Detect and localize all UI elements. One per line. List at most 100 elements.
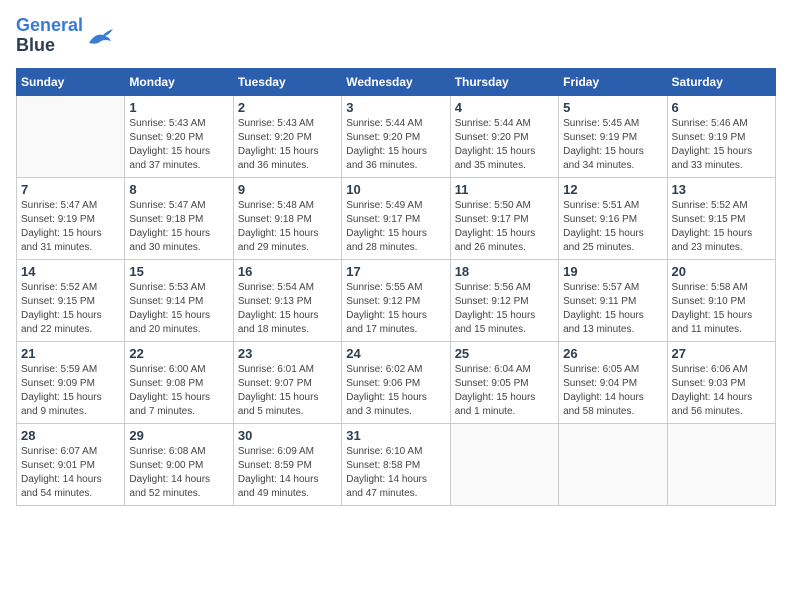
weekday-header: Monday <box>125 68 233 95</box>
calendar-cell: 26 Sunrise: 6:05 AMSunset: 9:04 PMDayligh… <box>559 341 667 423</box>
day-number: 3 <box>346 100 445 115</box>
day-number: 6 <box>672 100 771 115</box>
calendar-cell: 4Sunrise: 5:44 AMSunset: 9:20 PMDaylight… <box>450 95 558 177</box>
day-info: Sunrise: 5:57 AMSunset: 9:11 PMDaylight:… <box>563 281 662 337</box>
calendar-cell: 24 Sunrise: 6:02 AMSunset: 9:06 PMDayligh… <box>342 341 450 423</box>
day-number: 25 <box>455 346 554 361</box>
day-info: Sunrise: 5:58 AMSunset: 9:10 PMDaylight:… <box>672 281 771 337</box>
calendar-cell <box>667 423 775 505</box>
weekday-header: Wednesday <box>342 68 450 95</box>
day-info: Sunrise: 6:04 AMSunset: 9:05 PMDaylight:… <box>455 363 554 419</box>
day-info: Sunrise: 6:07 AMSunset: 9:01 PMDaylight:… <box>21 445 120 501</box>
logo-text: General Blue <box>16 16 83 56</box>
day-number: 26 <box>563 346 662 361</box>
calendar-cell <box>450 423 558 505</box>
calendar-cell: 3 Sunrise: 5:44 AMSunset: 9:20 PMDaylight… <box>342 95 450 177</box>
calendar-cell: 10 Sunrise: 5:49 AMSunset: 9:17 PMDayligh… <box>342 177 450 259</box>
calendar-cell: 6 Sunrise: 5:46 AMSunset: 9:19 PMDaylight… <box>667 95 775 177</box>
day-info: Sunrise: 6:08 AMSunset: 9:00 PMDaylight:… <box>129 445 228 501</box>
day-info: Sunrise: 5:55 AMSunset: 9:12 PMDaylight:… <box>346 281 445 337</box>
calendar-cell: 1 Sunrise: 5:43 AMSunset: 9:20 PMDaylight… <box>125 95 233 177</box>
calendar-week-row: 14 Sunrise: 5:52 AMSunset: 9:15 PMDayligh… <box>17 259 776 341</box>
day-info: Sunrise: 5:59 AMSunset: 9:09 PMDaylight:… <box>21 363 120 419</box>
calendar-cell: 17Sunrise: 5:55 AMSunset: 9:12 PMDayligh… <box>342 259 450 341</box>
day-info: Sunrise: 5:49 AMSunset: 9:17 PMDaylight:… <box>346 199 445 255</box>
logo: General Blue <box>16 16 115 56</box>
day-number: 18 <box>455 264 554 279</box>
calendar-cell: 13 Sunrise: 5:52 AMSunset: 9:15 PMDayligh… <box>667 177 775 259</box>
day-info: Sunrise: 6:05 AMSunset: 9:04 PMDaylight:… <box>563 363 662 419</box>
day-info: Sunrise: 5:52 AMSunset: 9:15 PMDaylight:… <box>672 199 771 255</box>
day-info: Sunrise: 5:51 AMSunset: 9:16 PMDaylight:… <box>563 199 662 255</box>
day-number: 20 <box>672 264 771 279</box>
day-number: 28 <box>21 428 120 443</box>
weekday-header: Sunday <box>17 68 125 95</box>
day-info: Sunrise: 5:46 AMSunset: 9:19 PMDaylight:… <box>672 117 771 173</box>
day-number: 23 <box>238 346 337 361</box>
day-info: Sunrise: 5:53 AMSunset: 9:14 PMDaylight:… <box>129 281 228 337</box>
calendar-cell: 22 Sunrise: 6:00 AMSunset: 9:08 PMDayligh… <box>125 341 233 423</box>
calendar-week-row: 28 Sunrise: 6:07 AMSunset: 9:01 PMDayligh… <box>17 423 776 505</box>
day-info: Sunrise: 6:00 AMSunset: 9:08 PMDaylight:… <box>129 363 228 419</box>
calendar-cell: 19 Sunrise: 5:57 AMSunset: 9:11 PMDayligh… <box>559 259 667 341</box>
day-number: 21 <box>21 346 120 361</box>
calendar-cell: 9 Sunrise: 5:48 AMSunset: 9:18 PMDaylight… <box>233 177 341 259</box>
day-info: Sunrise: 6:06 AMSunset: 9:03 PMDaylight:… <box>672 363 771 419</box>
weekday-header: Saturday <box>667 68 775 95</box>
day-number: 31 <box>346 428 445 443</box>
day-number: 27 <box>672 346 771 361</box>
day-number: 22 <box>129 346 228 361</box>
calendar-cell: 5Sunrise: 5:45 AMSunset: 9:19 PMDaylight… <box>559 95 667 177</box>
day-number: 16 <box>238 264 337 279</box>
calendar-cell: 30 Sunrise: 6:09 AMSunset: 8:59 PMDayligh… <box>233 423 341 505</box>
calendar-cell: 14 Sunrise: 5:52 AMSunset: 9:15 PMDayligh… <box>17 259 125 341</box>
calendar-cell: 18Sunrise: 5:56 AMSunset: 9:12 PMDayligh… <box>450 259 558 341</box>
calendar-cell: 20 Sunrise: 5:58 AMSunset: 9:10 PMDayligh… <box>667 259 775 341</box>
calendar-cell: 23 Sunrise: 6:01 AMSunset: 9:07 PMDayligh… <box>233 341 341 423</box>
calendar-week-row: 21 Sunrise: 5:59 AMSunset: 9:09 PMDayligh… <box>17 341 776 423</box>
page-header: General Blue <box>16 16 776 56</box>
day-number: 14 <box>21 264 120 279</box>
day-info: Sunrise: 5:47 AMSunset: 9:19 PMDaylight:… <box>21 199 120 255</box>
day-number: 4 <box>455 100 554 115</box>
day-number: 12 <box>563 182 662 197</box>
calendar-table: SundayMondayTuesdayWednesdayThursdayFrid… <box>16 68 776 506</box>
day-info: Sunrise: 6:10 AMSunset: 8:58 PMDaylight:… <box>346 445 445 501</box>
weekday-header: Thursday <box>450 68 558 95</box>
day-number: 24 <box>346 346 445 361</box>
calendar-cell: 15 Sunrise: 5:53 AMSunset: 9:14 PMDayligh… <box>125 259 233 341</box>
calendar-header-row: SundayMondayTuesdayWednesdayThursdayFrid… <box>17 68 776 95</box>
calendar-cell: 11Sunrise: 5:50 AMSunset: 9:17 PMDayligh… <box>450 177 558 259</box>
calendar-cell: 16 Sunrise: 5:54 AMSunset: 9:13 PMDayligh… <box>233 259 341 341</box>
weekday-header: Friday <box>559 68 667 95</box>
calendar-cell: 25 Sunrise: 6:04 AMSunset: 9:05 PMDayligh… <box>450 341 558 423</box>
day-info: Sunrise: 6:01 AMSunset: 9:07 PMDaylight:… <box>238 363 337 419</box>
day-info: Sunrise: 6:02 AMSunset: 9:06 PMDaylight:… <box>346 363 445 419</box>
day-info: Sunrise: 5:43 AMSunset: 9:20 PMDaylight:… <box>129 117 228 173</box>
calendar-cell: 8Sunrise: 5:47 AMSunset: 9:18 PMDaylight… <box>125 177 233 259</box>
day-info: Sunrise: 5:52 AMSunset: 9:15 PMDaylight:… <box>21 281 120 337</box>
calendar-week-row: 1 Sunrise: 5:43 AMSunset: 9:20 PMDaylight… <box>17 95 776 177</box>
day-info: Sunrise: 5:50 AMSunset: 9:17 PMDaylight:… <box>455 199 554 255</box>
calendar-cell: 31 Sunrise: 6:10 AMSunset: 8:58 PMDayligh… <box>342 423 450 505</box>
day-number: 19 <box>563 264 662 279</box>
calendar-cell: 27 Sunrise: 6:06 AMSunset: 9:03 PMDayligh… <box>667 341 775 423</box>
day-number: 30 <box>238 428 337 443</box>
day-number: 1 <box>129 100 228 115</box>
calendar-cell <box>17 95 125 177</box>
calendar-week-row: 7Sunrise: 5:47 AMSunset: 9:19 PMDaylight… <box>17 177 776 259</box>
day-info: Sunrise: 5:54 AMSunset: 9:13 PMDaylight:… <box>238 281 337 337</box>
day-number: 10 <box>346 182 445 197</box>
day-info: Sunrise: 5:45 AMSunset: 9:19 PMDaylight:… <box>563 117 662 173</box>
day-number: 15 <box>129 264 228 279</box>
day-number: 13 <box>672 182 771 197</box>
day-number: 8 <box>129 182 228 197</box>
day-info: Sunrise: 5:44 AMSunset: 9:20 PMDaylight:… <box>346 117 445 173</box>
calendar-cell: 28 Sunrise: 6:07 AMSunset: 9:01 PMDayligh… <box>17 423 125 505</box>
day-number: 9 <box>238 182 337 197</box>
day-info: Sunrise: 5:48 AMSunset: 9:18 PMDaylight:… <box>238 199 337 255</box>
day-info: Sunrise: 6:09 AMSunset: 8:59 PMDaylight:… <box>238 445 337 501</box>
day-number: 2 <box>238 100 337 115</box>
day-number: 29 <box>129 428 228 443</box>
calendar-cell <box>559 423 667 505</box>
